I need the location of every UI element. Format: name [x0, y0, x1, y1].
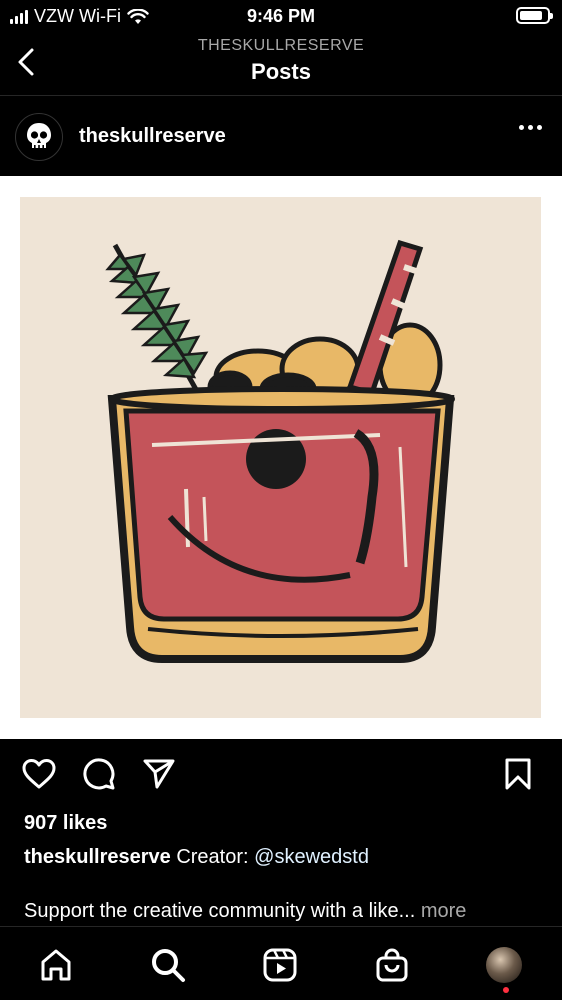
- share-button[interactable]: [139, 754, 179, 794]
- post-header: theskullreserve: [0, 97, 562, 176]
- shop-icon: [376, 948, 408, 982]
- home-icon: [41, 949, 71, 981]
- avatar[interactable]: [15, 112, 63, 161]
- post-action-bar: [0, 754, 562, 798]
- tab-search[interactable]: [148, 945, 188, 985]
- more-link[interactable]: more: [421, 900, 467, 922]
- like-count[interactable]: 907 likes: [24, 812, 107, 835]
- tab-profile[interactable]: [484, 945, 524, 985]
- comment-icon: [83, 758, 115, 790]
- bookmark-icon: [505, 758, 531, 790]
- notification-dot: [503, 987, 509, 993]
- comment-button[interactable]: [79, 754, 119, 794]
- heart-icon: [22, 759, 56, 789]
- caption-promo: Support the creative community with a li…: [24, 900, 466, 923]
- tab-shop[interactable]: [372, 945, 412, 985]
- search-icon: [152, 949, 185, 982]
- caption-username[interactable]: theskullreserve: [24, 846, 171, 868]
- battery-level: [520, 11, 542, 20]
- status-time: 9:46 PM: [246, 6, 316, 26]
- status-bar: VZW Wi-Fi 9:46 PM: [0, 0, 562, 32]
- profile-avatar: [486, 947, 522, 983]
- share-icon: [143, 759, 175, 789]
- page-title: Posts: [251, 59, 311, 84]
- skull-icon: [27, 122, 51, 148]
- save-button[interactable]: [498, 754, 538, 794]
- bottom-tab-bar: [0, 926, 562, 1000]
- rosemary-garnish: [105, 243, 209, 395]
- reels-icon: [263, 948, 297, 982]
- caption-text: Creator:: [176, 846, 249, 868]
- battery-icon: [516, 7, 553, 24]
- tab-home[interactable]: [36, 945, 76, 985]
- tab-reels[interactable]: [260, 945, 300, 985]
- nav-subtitle: THESKULLRESERVE: [197, 37, 365, 54]
- caption-mention[interactable]: @skewedstd: [254, 846, 369, 868]
- post-caption: theskullreserve Creator: @skewedstd: [24, 846, 369, 869]
- more-horizontal-icon: [519, 125, 524, 130]
- cocktail-glass: [107, 386, 455, 663]
- more-options-button[interactable]: [519, 125, 542, 130]
- cocktail-illustration: [20, 197, 541, 718]
- like-button[interactable]: [19, 754, 59, 794]
- nav-header: THESKULLRESERVE Posts: [0, 32, 562, 96]
- promo-text: Support the creative community with a li…: [24, 900, 416, 922]
- nav-titles: THESKULLRESERVE Posts: [0, 37, 562, 85]
- post-username[interactable]: theskullreserve: [79, 125, 226, 148]
- post-image[interactable]: [0, 176, 562, 739]
